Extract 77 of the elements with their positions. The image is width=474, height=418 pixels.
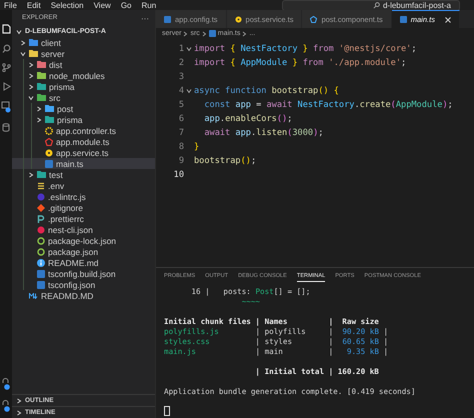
menu-item[interactable]: Run — [141, 0, 156, 10]
line-number: 2 — [178, 58, 184, 68]
code-line: await app.listen(3000); — [203, 128, 324, 138]
file-tree-item[interactable]: prisma — [12, 114, 155, 125]
module-file-icon — [45, 138, 53, 146]
code-line: import { NestFactory } from '@nestjs/core'; — [194, 44, 417, 54]
file-tree-item[interactable]: test — [12, 169, 155, 180]
line-number: 5 — [178, 100, 184, 110]
source-control-icon[interactable] — [2, 63, 10, 72]
typescript-file-icon — [164, 16, 171, 22]
close-icon[interactable] — [444, 16, 451, 22]
line-number: 7 — [178, 128, 184, 138]
code-line: import { AppModule } from './app.module'; — [194, 58, 406, 68]
run-debug-icon[interactable] — [2, 82, 10, 91]
file-tree-item[interactable]: .gitignore — [12, 202, 155, 213]
file-tree-item[interactable]: nest-cli.json — [12, 224, 155, 235]
typescript-file-icon — [400, 16, 407, 23]
circle-file-icon — [37, 192, 45, 200]
code-line: app.enableCors(); — [203, 114, 292, 124]
file-tree-item[interactable]: src — [12, 92, 155, 103]
module-file-icon — [310, 16, 318, 22]
file-tree-item[interactable]: .eslintrc.js — [12, 191, 155, 202]
menu-item[interactable]: Go — [120, 0, 132, 10]
command-search-field[interactable]: d-lebumfacil-post-a — [282, 0, 460, 10]
menu-item[interactable]: View — [94, 0, 111, 10]
more-actions-button[interactable]: ··· — [141, 14, 149, 23]
fold-chevron-icon[interactable] — [186, 46, 192, 52]
line-number: 10 — [172, 170, 184, 180]
search-icon — [372, 2, 380, 8]
code-line: bootstrap(); — [194, 156, 256, 166]
markdown-file-icon — [29, 292, 38, 298]
database-icon[interactable] — [2, 123, 10, 132]
file-tree-item[interactable]: server — [12, 48, 155, 59]
line-number: 1 — [178, 44, 184, 54]
line-number: 4 — [178, 86, 184, 96]
diamond-file-icon — [37, 204, 45, 212]
typescript-file-icon — [208, 30, 216, 37]
code-line: async function bootstrap() { — [194, 86, 339, 96]
line-number: 3 — [178, 72, 184, 82]
file-tree-item[interactable]: prisma — [12, 81, 155, 92]
chevron-icon — [183, 30, 188, 36]
file-tree-item[interactable]: post — [12, 103, 155, 114]
file-tree-item[interactable]: main.ts — [12, 158, 155, 169]
gear-icon — [45, 126, 53, 134]
file-tree-item[interactable]: node_modules — [12, 70, 155, 81]
file-tree-item[interactable]: .env — [12, 180, 155, 191]
info-icon — [37, 258, 45, 266]
fold-chevron-icon[interactable] — [186, 88, 192, 94]
chevron-icon — [242, 30, 248, 36]
file-tree-item[interactable]: app.controller.ts — [12, 125, 155, 136]
file-tree-item[interactable]: .prettierrc — [12, 213, 155, 224]
file-tree-item[interactable]: client — [12, 37, 155, 48]
menu-item[interactable]: Selection — [50, 0, 84, 10]
file-tree-item[interactable]: package-lock.json — [12, 235, 155, 246]
circle-file-icon — [37, 226, 45, 234]
menu-item[interactable]: Edit — [26, 0, 41, 10]
file-tree-item[interactable]: tsconfig.json — [12, 279, 155, 290]
file-tree-item[interactable]: app.module.ts — [12, 136, 155, 147]
line-number: 8 — [178, 142, 184, 152]
file-tree-item[interactable]: dist — [12, 59, 155, 70]
file-tree-item[interactable]: README.md — [12, 257, 155, 268]
prettier-file-icon — [37, 214, 45, 222]
search-icon[interactable] — [2, 44, 10, 53]
files-icon[interactable] — [2, 24, 10, 34]
typescript-file-icon — [45, 160, 53, 168]
code-line: const app = await NestFactory.create(AppModule); — [203, 100, 453, 110]
line-number: 6 — [178, 114, 184, 124]
code-line: } — [194, 142, 200, 152]
chevron-icon — [202, 30, 207, 36]
settings-file-icon — [37, 182, 45, 190]
file-tree-item[interactable]: app.service.ts — [12, 147, 155, 158]
extensions-icon[interactable] — [1, 101, 11, 113]
line-number: 9 — [178, 156, 184, 166]
file-tree-item[interactable]: tsconfig.build.json — [12, 268, 155, 279]
file-tree-item[interactable]: READMD.MD — [12, 290, 155, 301]
file-tree-item[interactable]: package.json — [12, 246, 155, 257]
menu-item[interactable]: File — [4, 0, 17, 10]
